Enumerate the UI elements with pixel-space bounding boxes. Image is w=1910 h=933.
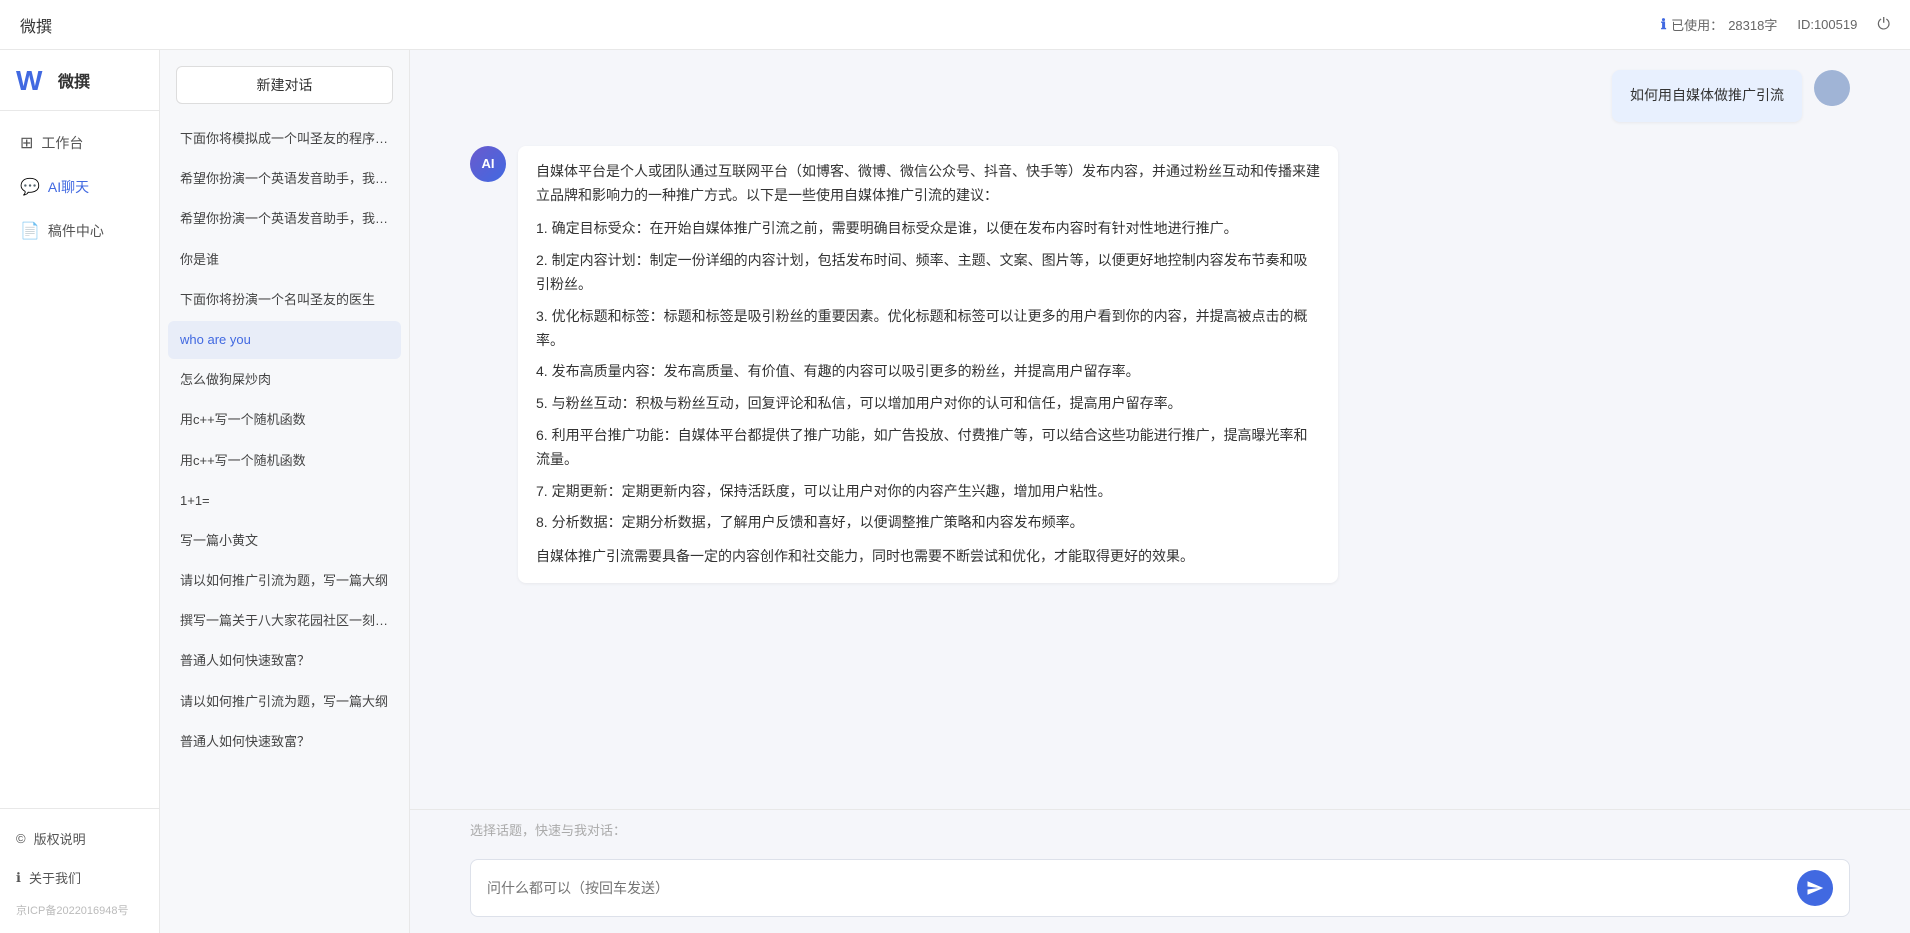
svg-text:W: W: [16, 65, 43, 96]
send-icon: [1806, 879, 1824, 897]
ai-para-4: 4. 发布高质量内容：发布高质量、有价值、有趣的内容可以吸引更多的粉丝，并提高用…: [536, 360, 1320, 384]
nav-items: ⊞ 工作台 💬 AI聊天 📄 稿件中心: [0, 111, 159, 808]
chat-list-item[interactable]: 下面你将扮演一个名叫圣友的医生: [168, 281, 401, 319]
ai-para-1: 1. 确定目标受众：在开始自媒体推广引流之前，需要明确目标受众是谁，以便在发布内…: [536, 217, 1320, 241]
chat-list-item[interactable]: 你是谁: [168, 241, 401, 279]
usage-label: 已使用：: [1671, 15, 1723, 34]
usage-info: ℹ 已使用： 28318字: [1661, 15, 1778, 34]
chat-list-item[interactable]: 怎么做狗屎炒肉: [168, 361, 401, 399]
nav-item-ai-chat[interactable]: 💬 AI聊天: [0, 165, 159, 209]
chat-messages: 如何用自媒体做推广引流 AI 自媒体平台是个人或团队通过互联网平台（如博客、微博…: [410, 50, 1910, 809]
new-chat-button[interactable]: 新建对话: [176, 66, 393, 104]
chat-main: 如何用自媒体做推广引流 AI 自媒体平台是个人或团队通过互联网平台（如博客、微博…: [410, 50, 1910, 933]
workspace-icon: ⊞: [20, 133, 33, 153]
ai-message-content: 自媒体平台是个人或团队通过互联网平台（如博客、微博、微信公众号、抖音、快手等）发…: [518, 146, 1338, 583]
user-message-row: 如何用自媒体做推广引流: [470, 70, 1850, 122]
chat-list-item[interactable]: 希望你扮演一个英语发音助手，我提供给你...: [168, 200, 401, 238]
ai-para-7: 7. 定期更新：定期更新内容，保持活跃度，可以让用户对你的内容产生兴趣，增加用户…: [536, 480, 1320, 504]
ai-avatar: AI: [470, 146, 506, 182]
footer-about[interactable]: ℹ 关于我们: [0, 858, 159, 897]
copyright-label: 版权说明: [34, 829, 86, 848]
user-avatar: [1814, 70, 1850, 106]
chat-list-item[interactable]: 请以如何推广引流为题，写一篇大纲: [168, 562, 401, 600]
ai-para-3: 3. 优化标题和标签：标题和标签是吸引粉丝的重要因素。优化标题和标签可以让更多的…: [536, 305, 1320, 353]
chat-list-item[interactable]: 希望你扮演一个英语发音助手，我提供给你...: [168, 160, 401, 198]
ai-para-2: 2. 制定内容计划：制定一份详细的内容计划，包括发布时间、频率、主题、文案、图片…: [536, 249, 1320, 297]
copyright-icon: ©: [16, 831, 26, 846]
info-icon: ℹ: [1661, 16, 1666, 33]
ai-para-9: 自媒体推广引流需要具备一定的内容创作和社交能力，同时也需要不断尝试和优化，才能取…: [536, 545, 1320, 569]
power-icon[interactable]: ⏻: [1877, 16, 1890, 34]
user-message-content: 如何用自媒体做推广引流: [1612, 70, 1802, 122]
logo-area: W 微撰: [0, 50, 159, 111]
logo-icon: W: [16, 64, 52, 96]
usage-value: 28318字: [1728, 15, 1777, 34]
chat-list: 下面你将模拟成一个叫圣友的程序员，我说... 希望你扮演一个英语发音助手，我提供…: [160, 120, 409, 933]
quick-topics-label: 选择话题，快速与我对话：: [470, 823, 626, 838]
ai-para-5: 5. 与粉丝互动：积极与粉丝互动，回复评论和私信，可以增加用户对你的认可和信任，…: [536, 392, 1320, 416]
id-info: ID:100519: [1797, 17, 1857, 32]
user-message-text: 如何用自媒体做推广引流: [1630, 87, 1784, 103]
chat-list-item[interactable]: 用c++写一个随机函数: [168, 401, 401, 439]
logo-text: 微撰: [58, 68, 90, 92]
ai-para-6: 6. 利用平台推广功能：自媒体平台都提供了推广功能，如广告投放、付费推广等，可以…: [536, 424, 1320, 472]
nav-label-components: 稿件中心: [48, 221, 104, 241]
chat-list-item-active[interactable]: who are you: [168, 321, 401, 359]
chat-sidebar: 新建对话 下面你将模拟成一个叫圣友的程序员，我说... 希望你扮演一个英语发音助…: [160, 50, 410, 933]
components-icon: 📄: [20, 221, 40, 241]
chat-list-item[interactable]: 用c++写一个随机函数: [168, 442, 401, 480]
icp-text: 京ICP备2022016948号: [0, 897, 159, 923]
chat-list-item[interactable]: 普通人如何快速致富？: [168, 723, 401, 761]
main-layout: W 微撰 ⊞ 工作台 💬 AI聊天 📄 稿件中心 © 版权说明: [0, 50, 1910, 933]
left-nav: W 微撰 ⊞ 工作台 💬 AI聊天 📄 稿件中心 © 版权说明: [0, 50, 160, 933]
nav-item-components[interactable]: 📄 稿件中心: [0, 209, 159, 253]
ai-chat-icon: 💬: [20, 177, 40, 197]
ai-message-row: AI 自媒体平台是个人或团队通过互联网平台（如博客、微博、微信公众号、抖音、快手…: [470, 146, 1850, 583]
header-right: ℹ 已使用： 28318字 ID:100519 ⏻: [1661, 15, 1890, 34]
user-avatar-image: [1814, 70, 1850, 106]
input-box: [470, 859, 1850, 917]
chat-list-item[interactable]: 撰写一篇关于八大家花园社区一刻钟便民生...: [168, 602, 401, 640]
quick-topics: 选择话题，快速与我对话：: [410, 809, 1910, 849]
input-area: [410, 849, 1910, 933]
chat-input[interactable]: [487, 876, 1787, 900]
ai-para-0: 自媒体平台是个人或团队通过互联网平台（如博客、微博、微信公众号、抖音、快手等）发…: [536, 160, 1320, 208]
about-icon: ℹ: [16, 870, 21, 886]
chat-list-item[interactable]: 1+1=: [168, 482, 401, 520]
nav-footer: © 版权说明 ℹ 关于我们 京ICP备2022016948号: [0, 808, 159, 933]
top-header: 微撰 ℹ 已使用： 28318字 ID:100519 ⏻: [0, 0, 1910, 50]
chat-list-item[interactable]: 下面你将模拟成一个叫圣友的程序员，我说...: [168, 120, 401, 158]
nav-item-workspace[interactable]: ⊞ 工作台: [0, 121, 159, 165]
chat-list-item[interactable]: 写一篇小黄文: [168, 522, 401, 560]
ai-avatar-label: AI: [482, 156, 495, 171]
about-label: 关于我们: [29, 868, 81, 887]
footer-copyright[interactable]: © 版权说明: [0, 819, 159, 858]
nav-label-workspace: 工作台: [41, 133, 83, 153]
chat-list-item[interactable]: 请以如何推广引流为题，写一篇大纲: [168, 683, 401, 721]
nav-label-ai-chat: AI聊天: [48, 177, 89, 197]
chat-list-item[interactable]: 普通人如何快速致富？: [168, 642, 401, 680]
ai-para-8: 8. 分析数据：定期分析数据，了解用户反馈和喜好，以便调整推广策略和内容发布频率…: [536, 511, 1320, 535]
header-title: 微撰: [20, 13, 1661, 37]
send-button[interactable]: [1797, 870, 1833, 906]
